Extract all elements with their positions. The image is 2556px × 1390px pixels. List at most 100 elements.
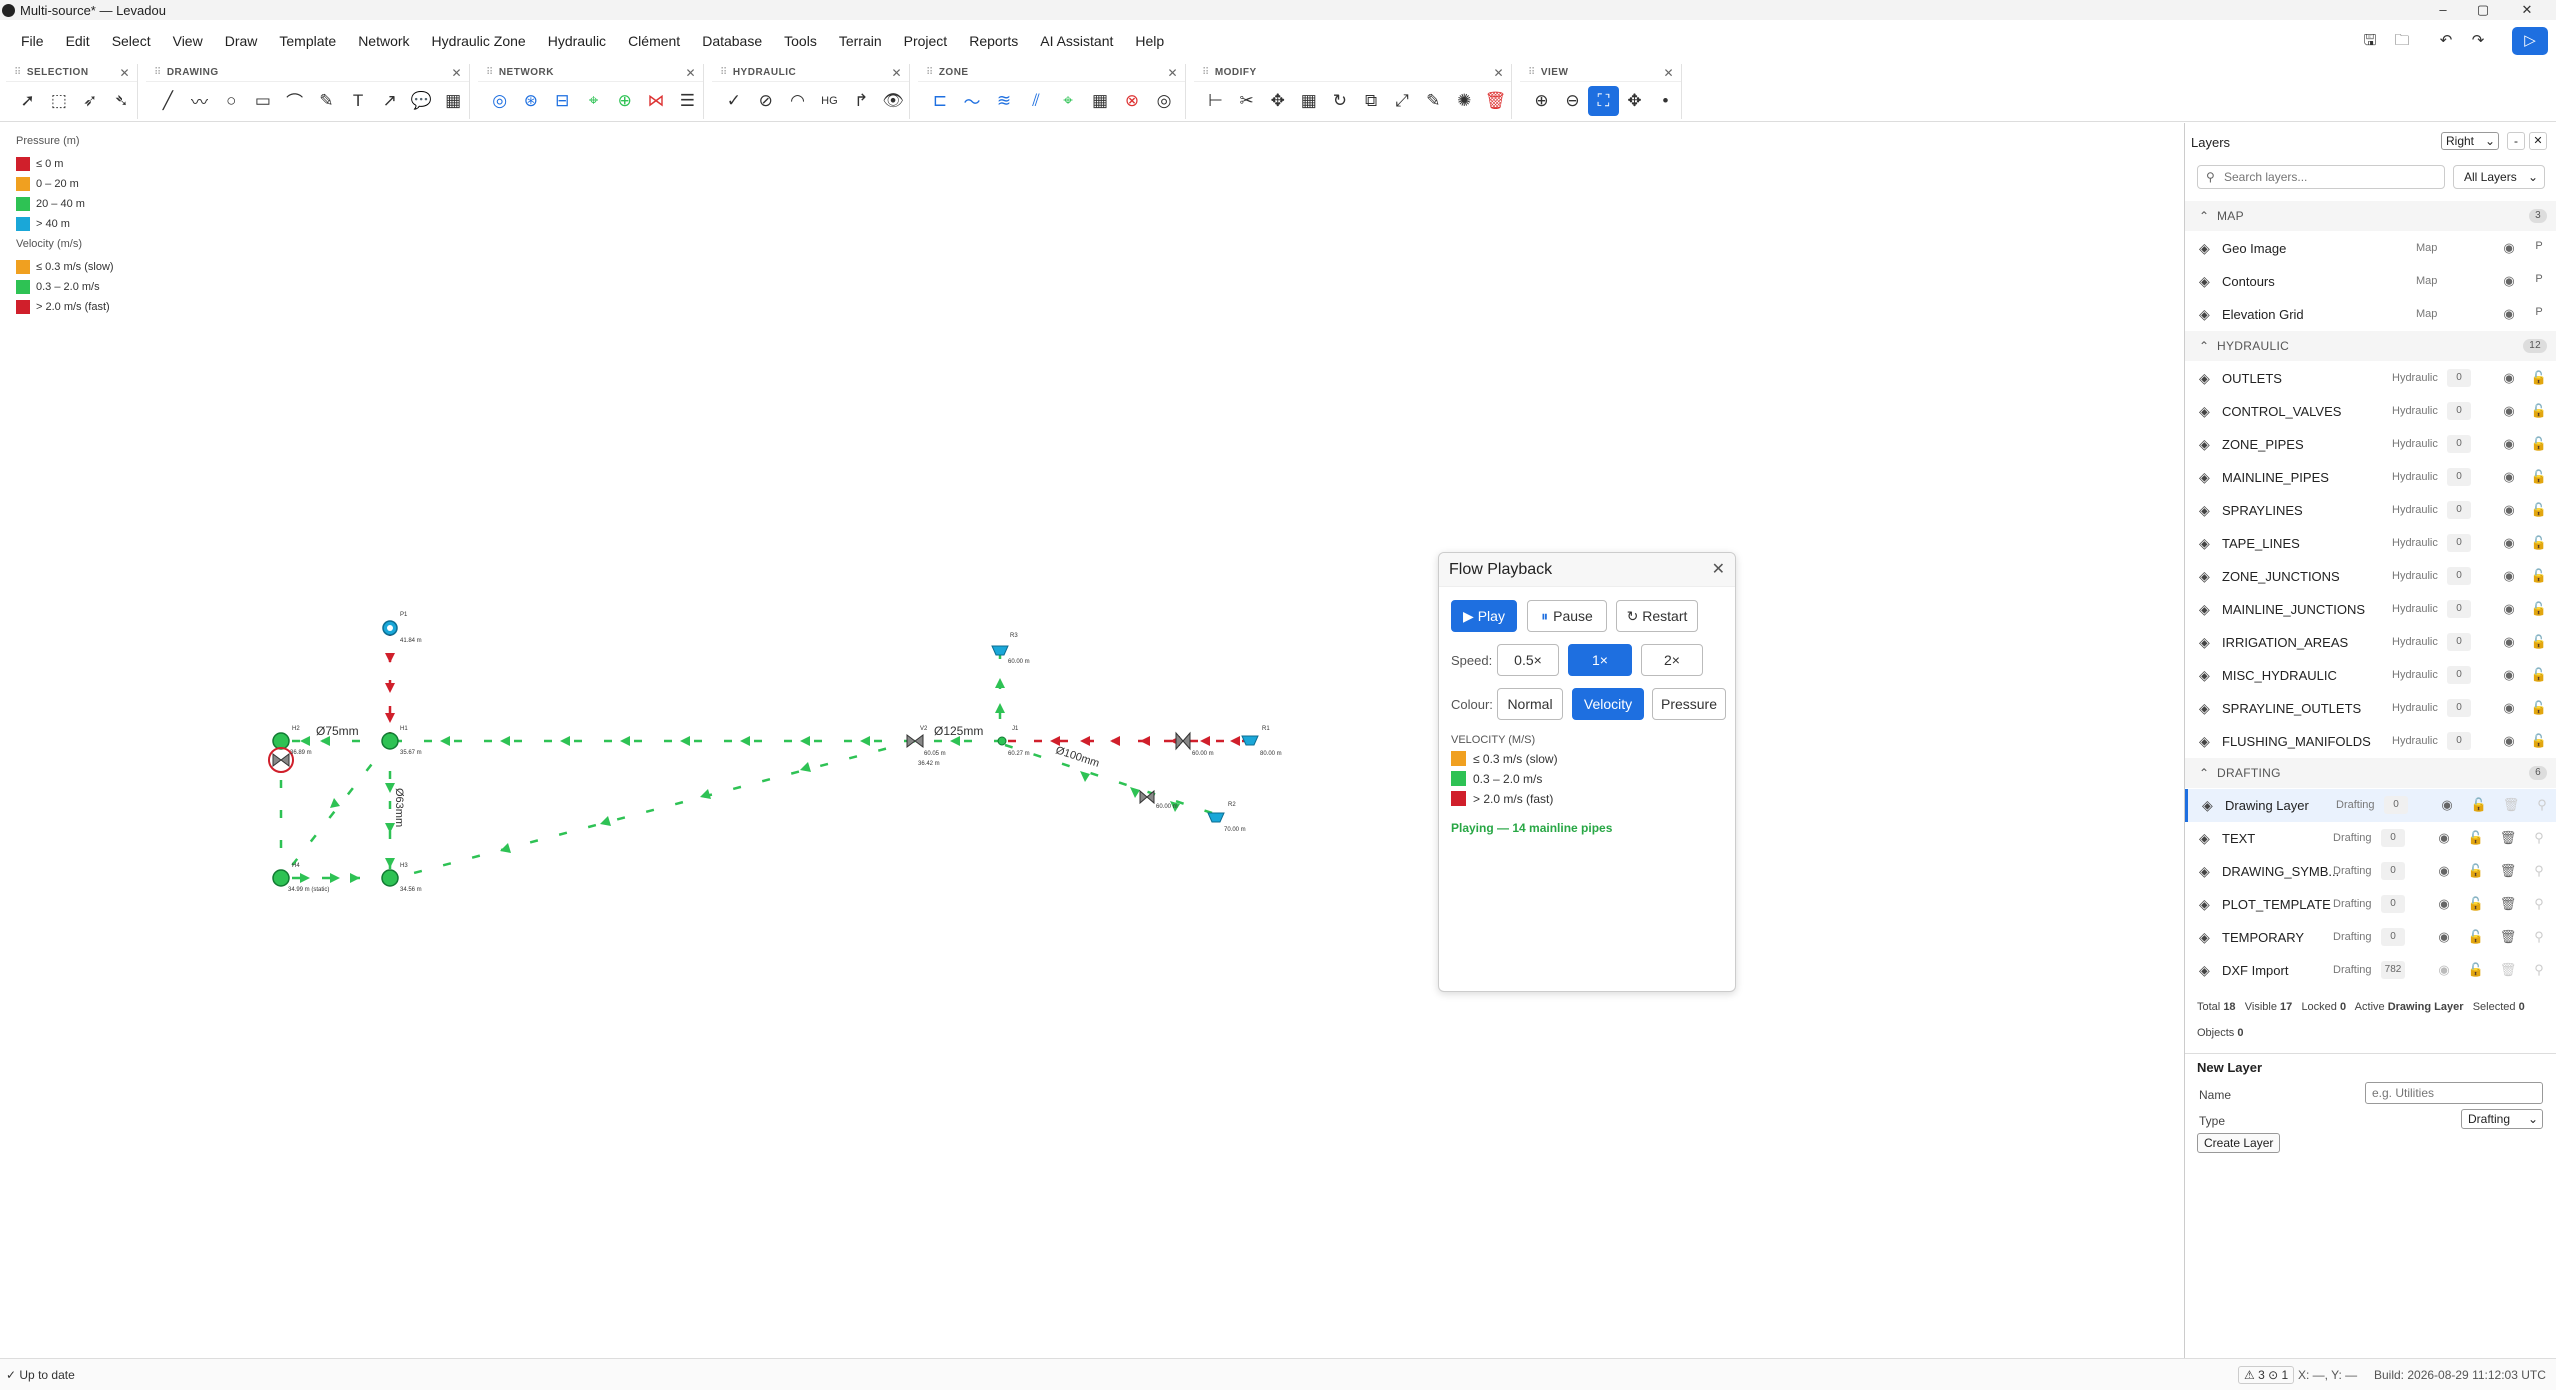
colour-pressure-button[interactable]: Pressure — [1652, 688, 1726, 720]
eye-icon[interactable]: ◉ — [2500, 535, 2518, 551]
menu-file[interactable]: File — [10, 25, 55, 57]
layer-row[interactable]: ◈ MAINLINE_JUNCTIONS Hydraulic 0 ◉ 🔓 — [2185, 593, 2556, 626]
section-map[interactable]: ⌃ MAP 3 — [2185, 201, 2556, 231]
menu-hydraulic[interactable]: Hydraulic — [537, 25, 617, 57]
layer-row[interactable]: ◈ ZONE_JUNCTIONS Hydraulic 0 ◉ 🔓 — [2185, 560, 2556, 593]
pause-button[interactable]: ⏸ Pause — [1527, 600, 1607, 632]
lock-icon[interactable]: 🔓 — [2530, 667, 2548, 683]
undo-icon[interactable]: ↶ — [2432, 27, 2460, 55]
lock-icon[interactable]: 🔓 — [2530, 568, 2548, 584]
junction-j1[interactable] — [997, 736, 1007, 746]
pin-icon[interactable]: P — [2530, 273, 2548, 285]
move-icon[interactable]: ✥ — [1262, 86, 1293, 116]
dock-select[interactable]: Right ⌄ — [2441, 132, 2499, 150]
close-group-icon[interactable]: ✕ — [1663, 66, 1674, 80]
run-simulation-button[interactable]: ▷ — [2512, 27, 2548, 55]
eye-icon[interactable]: ◉ — [2500, 667, 2518, 683]
junction-h3[interactable] — [381, 869, 399, 887]
layer-row[interactable]: ◈ TEMPORARY Drafting 0 ◉ 🔓 🗑 ⚲ — [2185, 921, 2556, 954]
pointer-icon[interactable]: ➚ — [12, 86, 43, 116]
stretch-icon[interactable]: ⤢ — [1387, 86, 1418, 116]
layer-row[interactable]: ◈ Elevation Grid Map ◉ P — [2185, 298, 2556, 331]
eye-icon[interactable]: ◉ — [2435, 896, 2453, 912]
text-icon[interactable]: T — [342, 86, 374, 116]
eye-icon[interactable]: ◉ — [2435, 929, 2453, 945]
warnings-badge[interactable]: ⚠ 3 ⊙ 1 — [2238, 1366, 2295, 1384]
explode-icon[interactable]: ✺ — [1449, 86, 1480, 116]
lock-icon[interactable]: 🔓 — [2530, 601, 2548, 617]
menu-select[interactable]: Select — [101, 25, 162, 57]
close-panel-icon[interactable]: ✕ — [2529, 132, 2547, 150]
reservoir-r2[interactable] — [1207, 812, 1225, 823]
layer-row[interactable]: ◈ DRAWING_SYMB... Drafting 0 ◉ 🔓 🗑 ⚲ — [2185, 855, 2556, 888]
maximize-icon[interactable]: ▢ — [2466, 0, 2500, 20]
lasso-select-icon[interactable]: ➶ — [75, 86, 106, 116]
eye-icon[interactable]: ◉ — [2500, 502, 2518, 518]
layer-type-select[interactable]: Drafting ⌄ — [2461, 1109, 2543, 1129]
menu-help[interactable]: Help — [1124, 25, 1175, 57]
menu-network[interactable]: Network — [347, 25, 420, 57]
pencil-icon[interactable]: ✎ — [311, 86, 343, 116]
sprayline-icon[interactable]: 〜 — [956, 86, 988, 116]
split-icon[interactable]: ⫽ — [1020, 86, 1052, 116]
lock-icon[interactable]: 🔓 — [2530, 634, 2548, 650]
trash-icon[interactable]: 🗑 — [2499, 929, 2517, 945]
eye-icon[interactable]: ◉ — [2435, 863, 2453, 879]
menu-terrain[interactable]: Terrain — [828, 25, 893, 57]
lock-icon[interactable]: 🔓 — [2530, 502, 2548, 518]
measure-icon[interactable]: ⊢ — [1200, 86, 1231, 116]
menu-edit[interactable]: Edit — [55, 25, 101, 57]
pipe-icon[interactable]: ☰ — [672, 86, 703, 116]
eye-icon[interactable]: ◉ — [2500, 436, 2518, 452]
menu-clement[interactable]: Clément — [617, 25, 691, 57]
target-icon[interactable]: ◎ — [1148, 86, 1180, 116]
eye-icon[interactable]: ◉ — [2438, 797, 2456, 813]
redo-icon[interactable]: ↷ — [2464, 27, 2492, 55]
layer-row[interactable]: ◈ MISC_HYDRAULIC Hydraulic 0 ◉ 🔓 — [2185, 659, 2556, 692]
trash-icon[interactable]: 🗑 — [2499, 863, 2517, 879]
trash-icon[interactable]: 🗑 — [1480, 86, 1511, 116]
layer-row[interactable]: ◈ MAINLINE_PIPES Hydraulic 0 ◉ 🔓 — [2185, 461, 2556, 494]
pin-icon[interactable]: ⚲ — [2530, 863, 2548, 879]
zone-pipe-icon[interactable]: ⊏ — [924, 86, 956, 116]
trash-icon[interactable]: 🗑 — [2499, 830, 2517, 846]
rectangle-icon[interactable]: ▭ — [247, 86, 279, 116]
scissors-icon[interactable]: ✂ — [1231, 86, 1262, 116]
layer-row[interactable]: ◈ FLUSHING_MANIFOLDS Hydraulic 0 ◉ 🔓 — [2185, 725, 2556, 758]
layer-row[interactable]: ◈ OUTLETS Hydraulic 0 ◉ 🔓 — [2185, 362, 2556, 395]
layer-row[interactable]: ◈ ZONE_PIPES Hydraulic 0 ◉ 🔓 — [2185, 428, 2556, 461]
line-icon[interactable]: ╱ — [152, 86, 184, 116]
box-select-icon[interactable]: ⬚ — [43, 86, 74, 116]
close-group-icon[interactable]: ✕ — [119, 66, 130, 80]
layer-row[interactable]: ◈ SPRAYLINES Hydraulic 0 ◉ 🔓 — [2185, 494, 2556, 527]
layer-row[interactable]: ◈ IRRIGATION_AREAS Hydraulic 0 ◉ 🔓 — [2185, 626, 2556, 659]
play-button[interactable]: ▶ Play — [1451, 600, 1517, 632]
menu-database[interactable]: Database — [691, 25, 773, 57]
pin-icon[interactable]: ⚲ — [2530, 962, 2548, 978]
pressure-gauge-icon[interactable]: ◠ — [782, 86, 814, 116]
zone-tool-icon[interactable]: ⊗ — [1116, 86, 1148, 116]
junction-h4[interactable] — [272, 869, 290, 887]
eye-icon[interactable]: ◉ — [2500, 370, 2518, 386]
pump-icon[interactable]: ⊛ — [515, 86, 546, 116]
folder-icon[interactable]: 🗀 — [2388, 27, 2416, 55]
array-icon[interactable]: ▦ — [1293, 86, 1324, 116]
valve-icon-h2[interactable] — [272, 753, 290, 767]
close-group-icon[interactable]: ✕ — [1493, 66, 1504, 80]
create-layer-button[interactable]: Create Layer — [2197, 1133, 2281, 1153]
tank-icon[interactable]: ⊟ — [547, 86, 578, 116]
layer-name-input[interactable] — [2365, 1082, 2543, 1104]
minimize-icon[interactable]: – — [2426, 0, 2460, 20]
restart-button[interactable]: ↻ Restart — [1616, 600, 1698, 632]
pan-icon[interactable]: ✥ — [1619, 86, 1650, 116]
layer-row[interactable]: ◈ CONTROL_VALVES Hydraulic 0 ◉ 🔓 — [2185, 395, 2556, 428]
eye-icon[interactable]: 👁 — [877, 86, 909, 116]
lock-icon[interactable]: 🔓 — [2467, 863, 2485, 879]
eye-icon[interactable]: ◉ — [2500, 568, 2518, 584]
eye-icon[interactable]: ◉ — [2500, 306, 2518, 322]
close-group-icon[interactable]: ✕ — [451, 66, 462, 80]
layer-search[interactable]: ⚲ — [2197, 165, 2445, 189]
lock-icon[interactable]: 🔓 — [2467, 830, 2485, 846]
lock-icon[interactable]: 🔓 — [2467, 896, 2485, 912]
lock-icon[interactable]: 🔓 — [2530, 700, 2548, 716]
